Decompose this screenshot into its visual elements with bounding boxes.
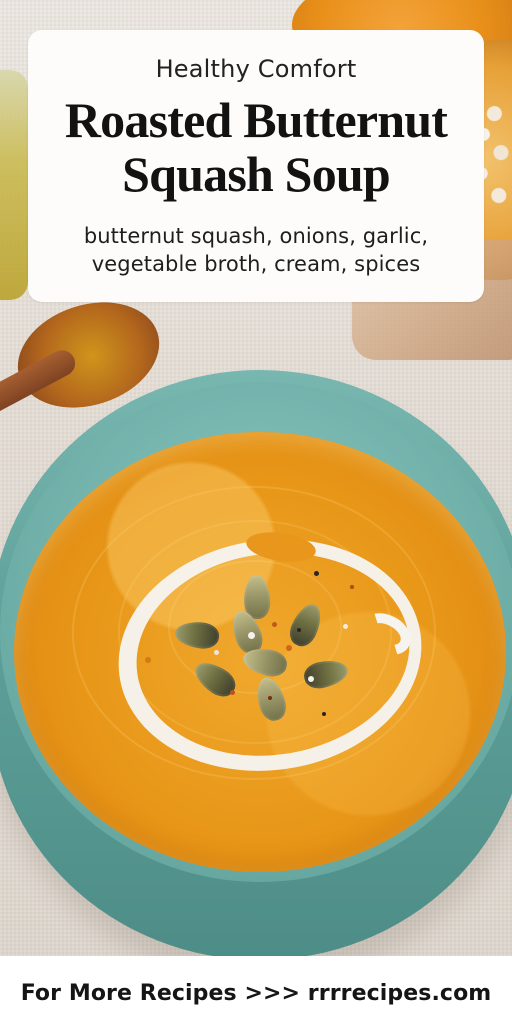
recipes-link-text[interactable]: For More Recipes >>> rrrrecipes.com — [0, 981, 512, 1006]
spice-speck — [350, 585, 354, 589]
spice-speck — [343, 624, 348, 629]
recipe-ingredients: butternut squash, onions, garlic, vegeta… — [83, 224, 429, 277]
spice-speck — [268, 696, 272, 700]
spice-speck — [314, 571, 319, 576]
recipe-title: Roasted Butternut Squash Soup — [64, 92, 448, 202]
spice-speck — [145, 657, 151, 663]
spice-speck — [214, 650, 219, 655]
recipe-eyebrow: Healthy Comfort — [155, 55, 357, 83]
spice-speck — [308, 676, 314, 682]
spice-speck — [322, 712, 326, 716]
spice-speck — [272, 622, 277, 627]
footer-banner: For More Recipes >>> rrrrecipes.com — [0, 956, 512, 1024]
spice-speck — [297, 628, 301, 632]
spice-speck — [286, 645, 292, 651]
spice-speck — [248, 632, 255, 639]
recipe-pin-image: Healthy Comfort Roasted Butternut Squash… — [0, 0, 512, 1024]
spice-speck — [230, 690, 235, 695]
oil-bottle — [0, 70, 28, 300]
